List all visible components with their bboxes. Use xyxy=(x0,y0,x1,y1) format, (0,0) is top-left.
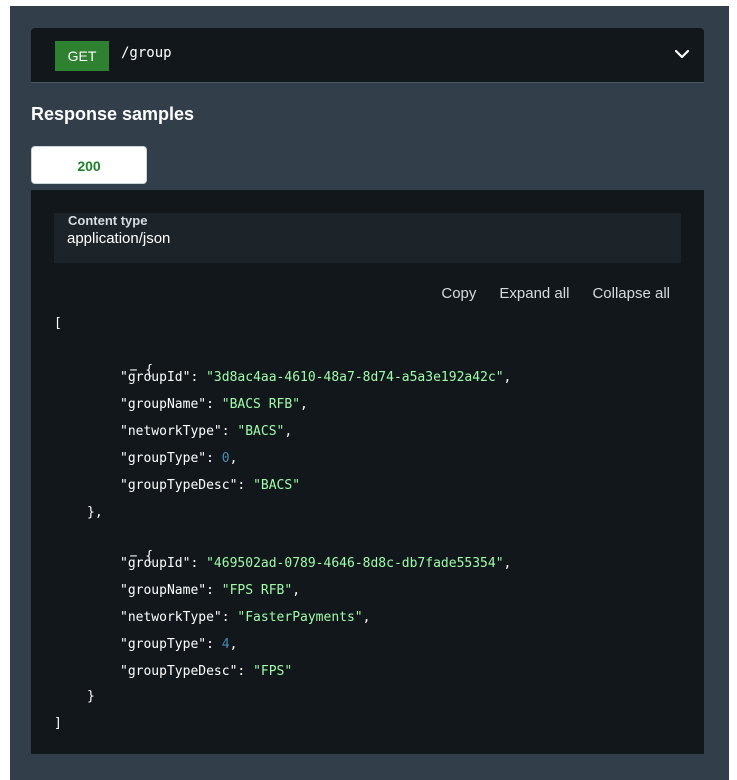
json-string-value: "BACS" xyxy=(253,478,301,493)
json-key: "groupId" xyxy=(120,556,191,571)
json-object-start: − { xyxy=(67,341,153,378)
json-line-grouptype: "groupType": 0, xyxy=(120,451,238,466)
json-key: "groupName" xyxy=(120,583,207,598)
api-panel: GET /group Response samples 200 Content … xyxy=(10,6,729,780)
json-line-grouptypedesc: "groupTypeDesc": "BACS" xyxy=(120,478,301,493)
endpoint-path: /group xyxy=(121,45,172,61)
http-method-badge: GET xyxy=(55,41,109,71)
chevron-down-icon[interactable] xyxy=(673,45,691,63)
json-line-grouptype: "groupType": 4, xyxy=(120,637,238,652)
json-code-block: [ − { "groupId": "3d8ac4aa-4610-48a7-8d7… xyxy=(31,190,704,754)
json-number-value: 4 xyxy=(221,637,230,652)
json-string-value: "469502ad-0789-4646-8d8c-db7fade55354" xyxy=(206,556,504,571)
json-key: "networkType" xyxy=(120,424,222,439)
json-line-groupid: "groupId": "3d8ac4aa-4610-48a7-8d74-a5a3… xyxy=(120,370,512,385)
json-string-value: "FasterPayments" xyxy=(237,610,363,625)
response-sample-box: Content type application/json Copy Expan… xyxy=(31,190,704,754)
bracket-close: ] xyxy=(54,716,62,731)
json-string-value: "3d8ac4aa-4610-48a7-8d74-a5a3e192a42c" xyxy=(206,370,504,385)
json-line-grouptypedesc: "groupTypeDesc": "FPS" xyxy=(120,664,293,679)
json-key: "groupName" xyxy=(120,397,207,412)
json-key: "groupType" xyxy=(120,637,207,652)
json-line-networktype: "networkType": "BACS", xyxy=(120,424,293,439)
json-key: "groupId" xyxy=(120,370,191,385)
json-object-start: − { xyxy=(67,527,153,564)
json-key: "groupTypeDesc" xyxy=(120,478,238,493)
brace-close: } xyxy=(87,689,95,704)
json-line-groupname: "groupName": "FPS RFB", xyxy=(120,583,301,598)
json-key: "groupTypeDesc" xyxy=(120,664,238,679)
endpoint-header[interactable]: GET /group xyxy=(31,28,704,83)
json-key: "groupType" xyxy=(120,451,207,466)
json-open-bracket: [ xyxy=(54,314,62,334)
json-object-end: }, xyxy=(87,503,103,523)
section-title: Response samples xyxy=(31,104,195,124)
json-line-groupid: "groupId": "469502ad-0789-4646-8d8c-db7f… xyxy=(120,556,512,571)
json-string-value: "FPS" xyxy=(253,664,293,679)
json-key: "networkType" xyxy=(120,610,222,625)
brace-close: }, xyxy=(87,505,103,520)
json-string-value: "FPS RFB" xyxy=(221,583,293,598)
json-close-bracket: ] xyxy=(54,714,62,734)
tab-status-200[interactable]: 200 xyxy=(31,146,147,184)
json-number-value: 0 xyxy=(221,451,230,466)
json-line-networktype: "networkType": "FasterPayments", xyxy=(120,610,371,625)
json-string-value: "BACS RFB" xyxy=(221,397,301,412)
json-object-end: } xyxy=(87,687,95,707)
json-line-groupname: "groupName": "BACS RFB", xyxy=(120,397,308,412)
json-string-value: "BACS" xyxy=(237,424,285,439)
bracket-open: [ xyxy=(54,316,62,331)
